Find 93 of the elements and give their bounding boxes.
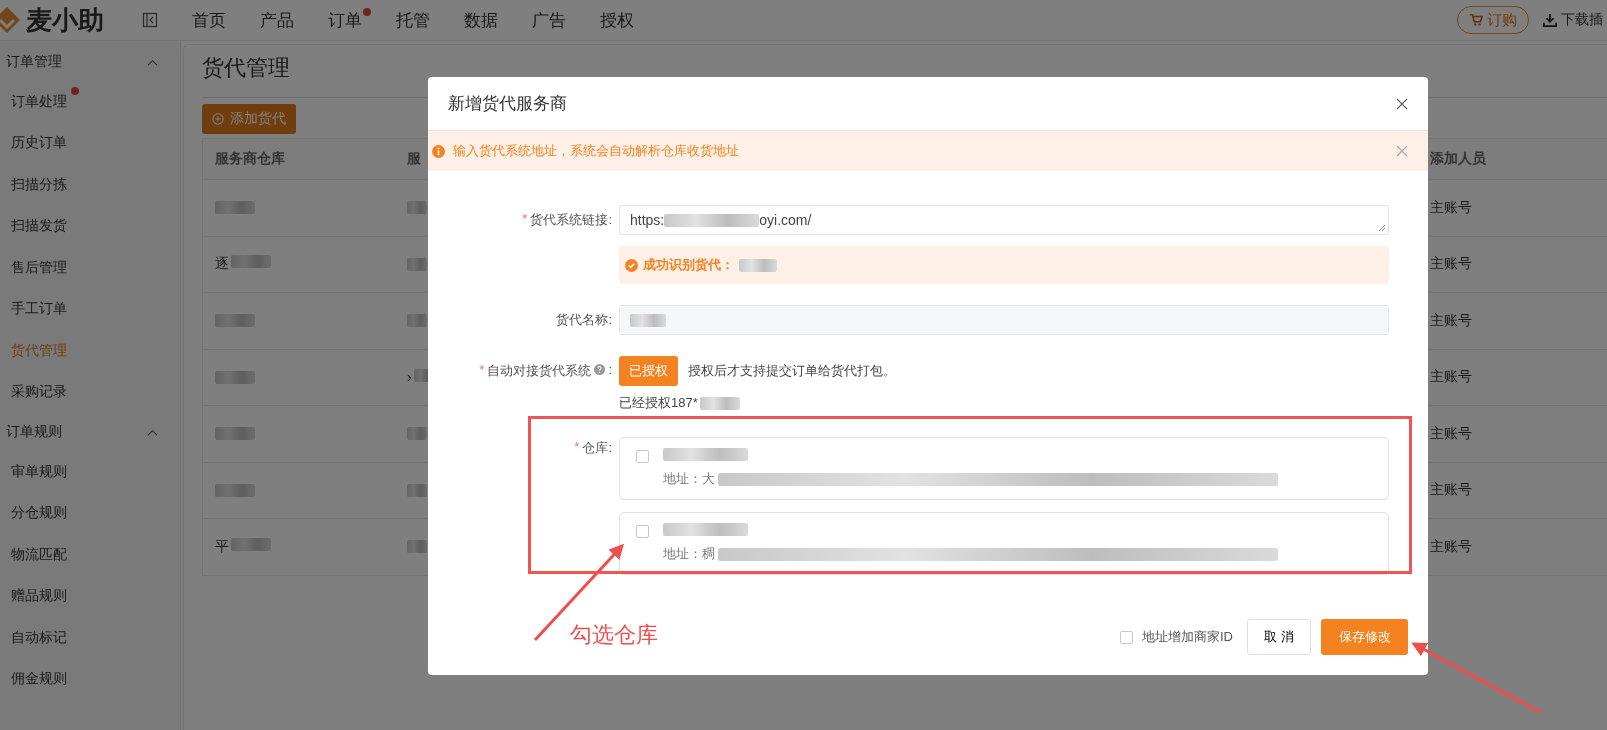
sidebar-group[interactable]: 订单管理 (0, 43, 180, 81)
save-button[interactable]: 保存修改 (1321, 619, 1408, 655)
warehouse-address: 地址：大 (663, 470, 715, 488)
chevron-icon (147, 58, 158, 66)
nav-link[interactable]: 广告 (532, 8, 566, 32)
required-mark: * (574, 439, 580, 454)
blurred-text (215, 427, 255, 441)
blurred-text (739, 258, 777, 272)
help-icon[interactable] (594, 364, 606, 375)
auth-status: 已经授权187* (619, 394, 698, 412)
sidebar-item[interactable]: 订单处理 (0, 81, 67, 123)
table-cell: 主账号 (1430, 424, 1472, 443)
checkbox-label: 地址增加商家ID (1142, 628, 1233, 646)
field-label: 仓库: (582, 439, 612, 457)
blurred-text (407, 427, 427, 441)
sidebar-item[interactable]: 佣金规则 (0, 658, 67, 700)
column-header: 服 (407, 150, 421, 168)
blurred-text (231, 255, 271, 269)
resize-grip-icon[interactable] (1378, 224, 1386, 232)
plus-icon (212, 113, 224, 125)
check-circle-icon (625, 258, 638, 272)
column-header: 服务商仓库 (214, 150, 286, 168)
sidebar-item[interactable]: 历史订单 (0, 122, 67, 164)
sidebar-item[interactable]: 售后管理 (0, 247, 67, 289)
sidebar-item[interactable]: 自动标记 (0, 617, 67, 659)
table-cell: 主账号 (1430, 255, 1472, 274)
blurred-text (231, 537, 271, 551)
required-mark: * (522, 211, 528, 226)
blurred-text (407, 314, 427, 328)
table-cell: 平 (215, 537, 229, 556)
blurred-text (407, 257, 427, 271)
column-header: 添加人员 (1430, 150, 1486, 168)
nav-link[interactable]: 订单 (328, 8, 362, 32)
annotation-text: 勾选仓库 (570, 621, 658, 649)
close-icon[interactable] (1396, 97, 1408, 110)
sidebar-item[interactable]: 物流匹配 (0, 534, 67, 576)
cancel-button[interactable]: 取 消 (1247, 619, 1311, 655)
field-label: 自动对接货代系统 (487, 362, 592, 380)
checkbox[interactable] (636, 525, 649, 538)
sidebar-item[interactable]: 赠品规则 (0, 575, 67, 617)
blurred-text (630, 313, 666, 327)
field-label: : (608, 362, 612, 377)
nav-link[interactable]: 产品 (260, 8, 294, 32)
nav-link[interactable]: 首页 (192, 8, 226, 32)
field-label: 货代名称: (556, 311, 612, 329)
checkbox[interactable] (1120, 630, 1133, 644)
blurred-text (215, 370, 255, 384)
warehouse-address: 地址：稠 (663, 545, 715, 563)
cart-icon (1469, 13, 1483, 27)
auth-hint: 授权后才支持提交订单给货代打包。 (688, 362, 896, 380)
collapse-sidebar-icon[interactable] (142, 12, 158, 28)
merchant-id-checkbox[interactable]: 地址增加商家ID (1120, 628, 1233, 646)
sidebar-item[interactable]: 审单规则 (0, 451, 67, 493)
blurred-text (407, 483, 427, 497)
add-button[interactable]: 添加货代 (202, 104, 296, 134)
notice-text: 输入货代系统地址，系统会自动解析仓库收货地址 (453, 142, 739, 160)
app-logo: 麦小助 (26, 3, 104, 37)
table-cell: 主账号 (1430, 537, 1472, 556)
sidebar-item[interactable]: 扫描发货 (0, 205, 67, 247)
table-cell: › (407, 369, 412, 386)
download-link[interactable]: 下载插 (1543, 11, 1603, 29)
sidebar-item[interactable]: 扫描分拣 (0, 164, 67, 206)
table-cell: 逐 (215, 255, 229, 274)
buy-button[interactable]: 订购 (1457, 6, 1529, 34)
nav-link[interactable]: 数据 (464, 8, 498, 32)
sidebar-item[interactable]: 货代管理 (0, 330, 67, 372)
table-cell: 主账号 (1430, 368, 1472, 387)
table-cell: 主账号 (1430, 481, 1472, 500)
blurred-text (407, 540, 427, 554)
checkbox[interactable] (636, 450, 649, 463)
nav-link[interactable]: 授权 (600, 8, 634, 32)
nav-link[interactable]: 托管 (396, 8, 430, 32)
blurred-text (215, 483, 255, 497)
warehouse-option[interactable]: 地址：大 (619, 437, 1389, 500)
required-mark: * (479, 362, 485, 377)
sidebar-group[interactable]: 订单规则 (0, 413, 180, 451)
info-icon (432, 144, 445, 158)
table-cell: 主账号 (1430, 311, 1472, 330)
success-text: 成功识别货代： (643, 256, 734, 274)
download-icon (1543, 13, 1557, 27)
field-label: 货代系统链接: (530, 211, 612, 229)
chevron-icon (147, 428, 158, 436)
blurred-text (699, 396, 740, 410)
warehouse-option[interactable]: 地址：稠 (619, 512, 1389, 575)
sidebar-item[interactable]: 采购记录 (0, 371, 67, 413)
blurred-text (215, 314, 255, 328)
table-cell: 主账号 (1430, 198, 1472, 217)
blurred-text (407, 201, 427, 215)
authorized-button[interactable]: 已授权 (619, 356, 678, 386)
sidebar-item[interactable]: 手工订单 (0, 288, 67, 330)
sidebar-item[interactable]: 分仓规则 (0, 492, 67, 534)
blurred-text (215, 201, 255, 215)
link-field[interactable]: https: oyi.com/ (619, 205, 1389, 235)
